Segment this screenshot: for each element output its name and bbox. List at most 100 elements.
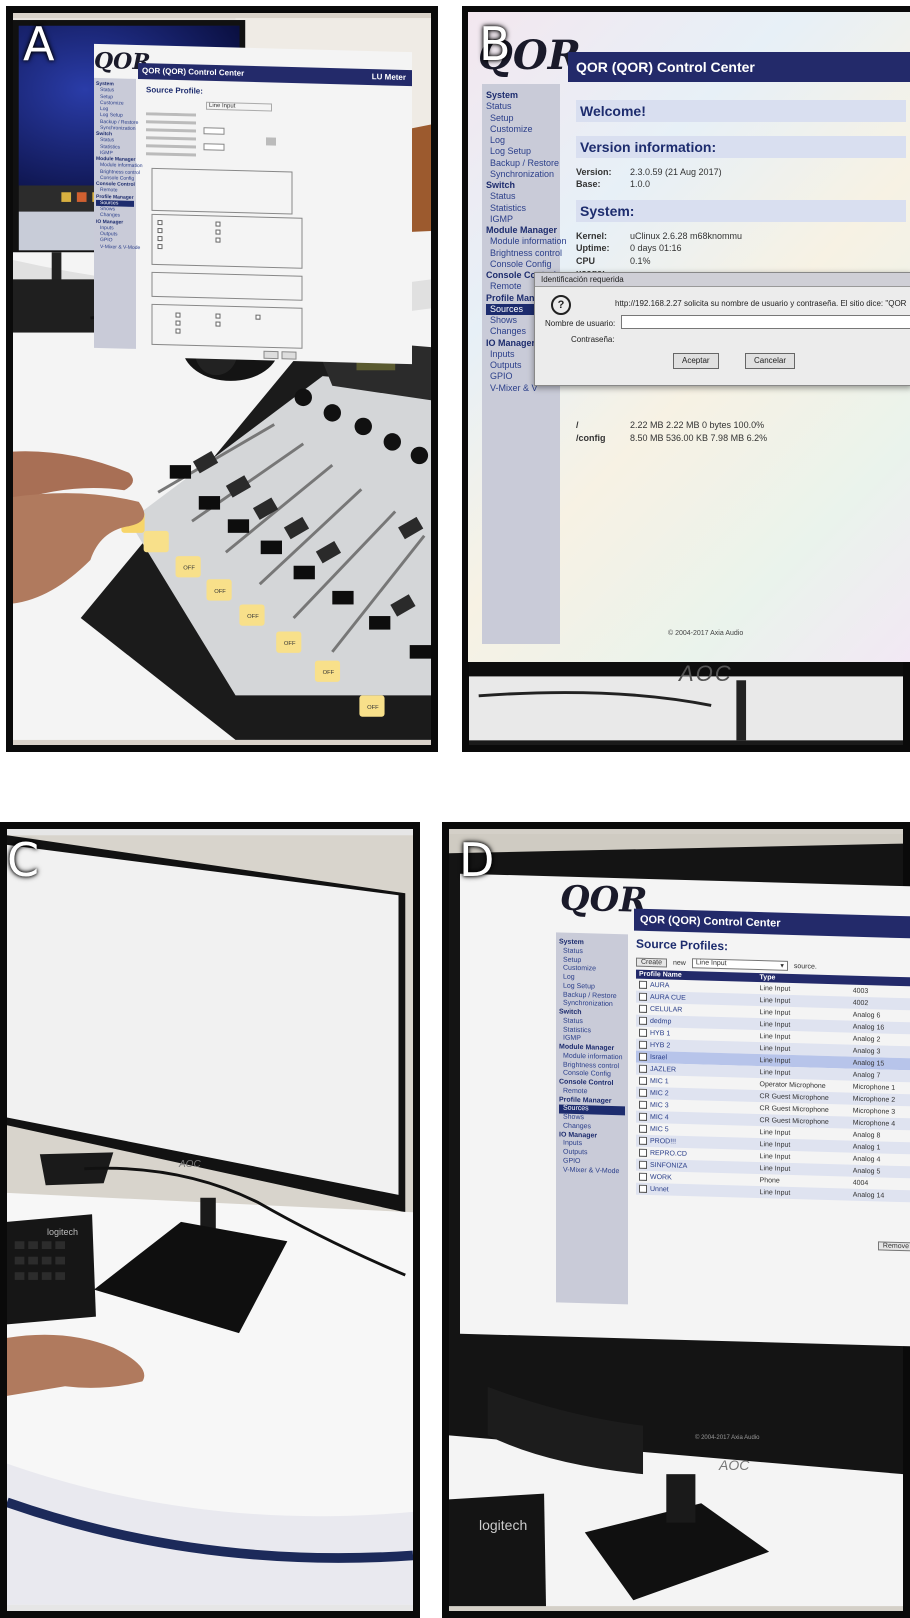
monitor-brand: AOC — [679, 661, 733, 686]
row-checkbox[interactable] — [639, 1004, 647, 1013]
main-content: Source Profiles: Create new Line Input ▾… — [636, 936, 910, 1252]
profile-name-link[interactable]: HYB 2 — [650, 1042, 670, 1050]
profile-settings-form — [146, 112, 303, 360]
username-input[interactable] — [621, 315, 910, 329]
qor-source-profiles-screen: QOR QOR (QOR) Control Center System Statu… — [460, 873, 910, 1347]
question-icon: ? — [551, 295, 571, 315]
app-title-bar: QOR (QOR) Control Center — [568, 52, 910, 82]
info-key: Kernel: — [576, 231, 608, 242]
profile-name-link[interactable]: PROD!!! — [650, 1138, 676, 1146]
sidebar-item[interactable]: Log — [486, 135, 556, 146]
create-button[interactable]: Create — [636, 957, 668, 967]
system-heading: System: — [580, 203, 635, 220]
profile-name-link[interactable]: MIC 1 — [650, 1078, 669, 1086]
profile-name-link[interactable]: AURA — [650, 982, 669, 990]
off-label: OFF — [214, 589, 226, 595]
cancel-button[interactable]: Cancelar — [745, 353, 796, 369]
row-checkbox[interactable] — [639, 1076, 647, 1085]
info-value: 8.50 MB 536.00 KB 7.98 MB 6.2% — [630, 432, 768, 443]
sidebar-item[interactable]: Module information — [486, 236, 567, 247]
info-row: / 2.22 MB 2.22 MB 0 bytes 100.0% — [576, 419, 906, 431]
sidebar-item[interactable]: IGMP — [486, 214, 556, 225]
row-checkbox[interactable] — [639, 1100, 647, 1109]
base-label: Base: — [576, 179, 601, 190]
lu-meter-label[interactable]: LU Meter — [372, 69, 406, 86]
row-checkbox[interactable] — [639, 1112, 647, 1121]
row-checkbox[interactable] — [639, 1136, 647, 1145]
row-checkbox[interactable] — [639, 1040, 647, 1049]
row-checkbox[interactable] — [639, 1184, 647, 1193]
profile-name-link[interactable]: HYB 1 — [650, 1030, 670, 1038]
profile-name-link[interactable]: WORK — [650, 1174, 672, 1182]
sidebar-item[interactable]: Customize — [486, 124, 556, 135]
sidebar-nav: System Status Setup Customize Log Log Setup Ba… — [556, 932, 628, 1305]
profile-name-link[interactable]: MIC 4 — [650, 1114, 669, 1122]
profile-name-link[interactable]: MIC 3 — [650, 1102, 669, 1110]
login-dialog: Identificación requerida ? http://192.16… — [534, 272, 910, 386]
info-key: Uptime: — [576, 243, 610, 254]
sidebar-item[interactable]: Status — [486, 191, 556, 202]
sidebar-item[interactable]: V-Mixer & V-Mode — [559, 1166, 625, 1177]
sidebar-item[interactable]: Statistics — [486, 203, 556, 214]
dialog-title: Identificación requerida — [535, 273, 910, 287]
profile-name-link[interactable]: Unnet — [650, 1186, 669, 1194]
profile-name-link[interactable]: AURA CUE — [650, 994, 686, 1002]
profile-name-link[interactable]: Israel — [650, 1054, 667, 1061]
sidebar-item: Module Manager — [486, 225, 558, 235]
profile-name-link[interactable]: SINFONIZA — [650, 1162, 687, 1170]
profile-type-cell: Line Input — [756, 1185, 850, 1201]
sidebar-item[interactable]: Console Config — [486, 259, 556, 270]
remove-button[interactable]: Remove — [877, 1241, 910, 1252]
profile-name-link[interactable]: REPRO.CD — [650, 1150, 687, 1158]
sidebar-item[interactable]: Setup — [486, 113, 556, 124]
keyboard-brand: logitech — [47, 1227, 79, 1237]
keyboard — [449, 1493, 547, 1607]
info-value: 0 days 01:16 — [630, 243, 682, 254]
row-checkbox[interactable] — [639, 980, 647, 989]
sidebar-item[interactable]: Backup / Restore — [486, 158, 559, 169]
row-checkbox[interactable] — [639, 1016, 647, 1025]
profile-type-select[interactable]: Line Input ▾ — [691, 958, 788, 971]
sidebar-item[interactable]: Log Setup — [486, 146, 556, 157]
sidebar-item[interactable]: Status — [486, 101, 556, 112]
panel-c: C logitech AOC — [0, 822, 420, 1618]
profile-name-link[interactable]: MIC 5 — [650, 1126, 669, 1134]
monitor-brand: AOC — [179, 1159, 201, 1170]
row-checkbox[interactable] — [639, 1124, 647, 1133]
sidebar-item[interactable]: Synchronization — [486, 169, 556, 180]
row-checkbox[interactable] — [639, 1052, 647, 1061]
info-row: Kernel: uClinux 2.6.28 m68knommu — [576, 230, 906, 242]
profile-type-field[interactable]: Line Input — [206, 101, 272, 112]
row-checkbox[interactable] — [639, 1172, 647, 1181]
page-heading: Source Profiles: — [636, 936, 729, 954]
panel-a-label: A — [23, 17, 55, 71]
chevron-down-icon: ▾ — [780, 962, 784, 970]
row-checkbox[interactable] — [639, 1064, 647, 1073]
accept-button[interactable]: Aceptar — [673, 353, 719, 369]
app-title-bar: QOR (QOR) Control Center LU Meter — [138, 62, 412, 87]
off-label: OFF — [323, 670, 335, 676]
keyboard-brand: logitech — [479, 1517, 528, 1533]
info-value: 2.22 MB 2.22 MB 0 bytes 100.0% — [630, 420, 765, 431]
row-checkbox[interactable] — [639, 1088, 647, 1097]
new-label: new — [673, 959, 686, 967]
row-checkbox[interactable] — [639, 992, 647, 1001]
page-heading: Source Profile: — [146, 85, 203, 96]
monitor-brand: AOC — [719, 1457, 750, 1473]
info-value: uClinux 2.6.28 m68knommu — [630, 231, 743, 242]
main-content: Source Profile: Line Input — [146, 85, 406, 364]
sidebar-nav: System Status Setup Customize Log Log Setup Ba… — [94, 77, 143, 349]
panel-b-label: B — [479, 17, 511, 71]
profiles-table: Profile Name Type AURA Line Input 4003 AURA… — [636, 969, 910, 1203]
source-label: source. — [793, 962, 817, 971]
profile-name-link[interactable]: dedmp — [650, 1018, 671, 1026]
row-checkbox[interactable] — [639, 1148, 647, 1157]
row-checkbox[interactable] — [639, 1028, 647, 1037]
sidebar-item[interactable]: Brightness control — [486, 248, 562, 259]
profile-name-link[interactable]: JAZLER — [650, 1066, 676, 1074]
sidebar-item[interactable]: V-Mixer & V-Mode — [96, 243, 140, 250]
profile-name-link[interactable]: MIC 2 — [650, 1090, 669, 1098]
profile-name-link[interactable]: CELULAR — [650, 1006, 682, 1014]
row-checkbox[interactable] — [639, 1160, 647, 1169]
dialog-message: http://192.168.2.27 solicita su nombre d… — [615, 299, 907, 308]
